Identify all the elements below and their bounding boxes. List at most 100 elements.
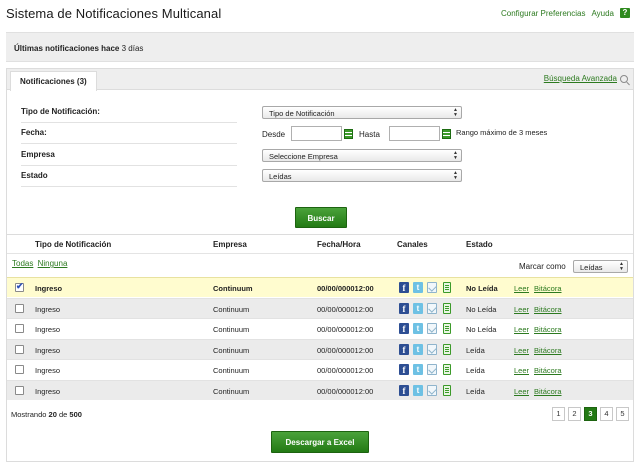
col-datetime: Fecha/Hora — [317, 240, 361, 249]
notifications-panel: Notificaciones (3) Búsqueda Avanzada Tip… — [6, 68, 634, 462]
search-button[interactable]: Buscar — [295, 207, 347, 228]
twitter-icon: t — [413, 282, 423, 293]
advanced-search-link[interactable]: Búsqueda Avanzada — [544, 74, 628, 83]
type-select-value: Tipo de Notificación — [269, 109, 335, 118]
sms-icon — [443, 302, 451, 314]
table-row[interactable]: Ingreso Continuum 00/00/000012:00 f t Leída Le… — [7, 338, 633, 359]
row-company: Continuum — [213, 304, 250, 314]
row-type: Ingreso — [35, 284, 63, 293]
page-button[interactable]: 4 — [600, 407, 613, 421]
row-status: No Leída — [466, 325, 497, 334]
type-label: Tipo de Notificación: — [21, 103, 237, 123]
row-type: Ingreso — [35, 386, 61, 396]
select-arrows-icon: ▲ ▼ — [453, 107, 458, 118]
row-checkbox[interactable] — [15, 324, 24, 333]
mark-as-select[interactable]: Leídas ▲ ▼ — [573, 260, 628, 273]
log-link[interactable]: Bitácora — [534, 387, 562, 396]
mark-as-value: Leídas — [580, 263, 603, 272]
to-date-input[interactable] — [389, 126, 440, 141]
row-datetime: 00/00/000012:00 — [317, 304, 374, 314]
preferences-link[interactable]: Configurar Preferencias — [501, 9, 585, 18]
table-header: Tipo de Notificación Empresa Fecha/Hora … — [7, 234, 633, 254]
col-status: Estado — [466, 240, 493, 249]
read-link[interactable]: Leer — [514, 284, 529, 293]
last-notifications-notice: Últimas notificaciones hace 3 días — [6, 32, 634, 62]
sms-icon — [443, 282, 451, 293]
pagination: 12345 — [552, 407, 629, 421]
page-button[interactable]: 1 — [552, 407, 565, 421]
status-select[interactable]: Leídas ▲ ▼ — [262, 169, 462, 182]
type-select[interactable]: Tipo de Notificación ▲ ▼ — [262, 106, 462, 119]
row-type: Ingreso — [35, 304, 61, 314]
read-link[interactable]: Leer — [514, 305, 529, 314]
twitter-icon: t — [413, 343, 423, 355]
col-company: Empresa — [213, 240, 247, 249]
read-link[interactable]: Leer — [514, 366, 529, 375]
row-status: No Leída — [466, 304, 497, 314]
email-icon — [427, 364, 437, 375]
row-datetime: 00/00/000012:00 — [317, 345, 374, 355]
company-select[interactable]: Seleccione Empresa ▲ ▼ — [262, 149, 462, 162]
log-link[interactable]: Bitácora — [534, 346, 562, 355]
advanced-search-label: Búsqueda Avanzada — [543, 74, 617, 83]
row-status: Leída — [466, 345, 485, 355]
facebook-icon: f — [399, 384, 409, 396]
row-checkbox[interactable] — [15, 385, 24, 395]
sms-icon — [443, 323, 451, 334]
help-icon[interactable]: ? — [620, 8, 630, 18]
row-company: Continuum — [213, 386, 250, 396]
email-icon — [427, 343, 437, 355]
log-link[interactable]: Bitácora — [534, 366, 562, 375]
select-none-link[interactable]: Ninguna — [38, 259, 68, 268]
log-link[interactable]: Bitácora — [534, 284, 562, 293]
help-link[interactable]: Ayuda — [591, 9, 614, 18]
from-date-input[interactable] — [291, 126, 342, 141]
row-company: Continuum — [213, 345, 250, 355]
read-link[interactable]: Leer — [514, 325, 529, 334]
row-company: Continuum — [213, 284, 253, 293]
col-channels: Canales — [397, 240, 428, 249]
download-excel-button[interactable]: Descargar a Excel — [271, 431, 369, 453]
page-button[interactable]: 5 — [616, 407, 629, 421]
facebook-icon: f — [399, 343, 409, 355]
calendar-icon[interactable] — [344, 129, 353, 139]
row-datetime: 00/00/000012:00 — [317, 366, 374, 375]
sms-icon — [443, 343, 451, 355]
read-link[interactable]: Leer — [514, 346, 529, 355]
table-row[interactable]: Ingreso Continuum 00/00/000012:00 ft No Leíd… — [7, 277, 633, 297]
table-row[interactable]: Ingreso Continuum 00/00/000012:00 f t Leída Le… — [7, 379, 633, 400]
sms-icon — [443, 384, 451, 396]
table-row[interactable]: Ingreso Continuum 00/00/000012:00 ft No Leíd… — [7, 297, 633, 318]
sms-icon — [443, 364, 451, 375]
tab-notifications[interactable]: Notificaciones (3) — [10, 71, 97, 91]
select-arrows-icon: ▲ ▼ — [619, 261, 624, 272]
table-row[interactable]: Ingreso Continuum 00/00/000012:00 f t Leída Le… — [7, 359, 633, 379]
row-checkbox[interactable] — [15, 303, 24, 313]
twitter-icon: t — [413, 384, 423, 396]
row-datetime: 00/00/000012:00 — [317, 325, 374, 334]
row-datetime: 00/00/000012:00 — [317, 386, 374, 396]
table-row[interactable]: Ingreso Continuum 00/00/000012:00 ft No Leíd… — [7, 318, 633, 338]
select-all-link[interactable]: Todas — [12, 259, 33, 268]
facebook-icon: f — [399, 282, 409, 293]
twitter-icon: t — [413, 364, 423, 375]
row-checkbox[interactable] — [15, 344, 24, 354]
notice-prefix: Últimas notificaciones hace — [14, 44, 120, 53]
page-button[interactable]: 2 — [568, 407, 581, 421]
calendar-icon[interactable] — [442, 129, 451, 139]
read-link[interactable]: Leer — [514, 387, 529, 396]
results-summary: Mostrando 20 de 500 — [11, 410, 82, 419]
log-link[interactable]: Bitácora — [534, 305, 562, 314]
facebook-icon: f — [399, 302, 409, 314]
row-company: Continuum — [213, 325, 250, 334]
row-status: Leída — [466, 366, 485, 375]
facebook-icon: f — [399, 364, 409, 375]
log-link[interactable]: Bitácora — [534, 325, 562, 334]
email-icon — [427, 323, 437, 334]
top-links: Configurar Preferencias Ayuda ? — [501, 8, 630, 18]
row-checkbox[interactable] — [15, 365, 24, 374]
email-icon — [427, 282, 437, 293]
row-checkbox[interactable] — [15, 281, 24, 292]
email-icon — [427, 302, 437, 314]
page-button[interactable]: 3 — [584, 407, 597, 421]
